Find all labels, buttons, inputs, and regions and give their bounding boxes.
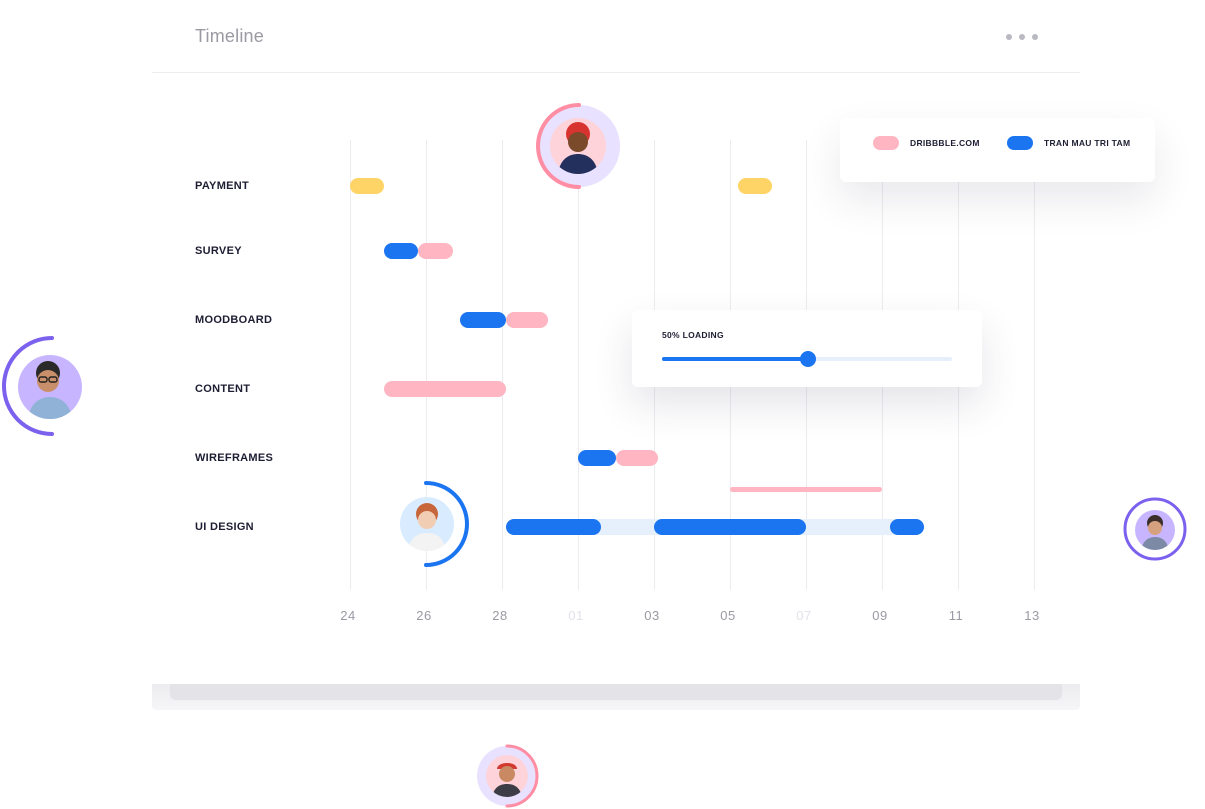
loading-fill: [662, 357, 807, 361]
legend-label-tran: TRAN MAU TRI TAM: [1044, 138, 1131, 148]
x-tick-label: 24: [340, 608, 356, 623]
row-label: SURVEY: [195, 245, 242, 257]
x-tick-label: 28: [492, 608, 508, 623]
legend-panel: [840, 118, 1155, 182]
avatar-woman-red-hair[interactable]: [550, 118, 606, 174]
x-tick-label: 26: [416, 608, 432, 623]
loading-label: 50% LOADING: [662, 330, 724, 340]
avatar-man-right[interactable]: [1135, 510, 1175, 550]
person-icon: [408, 503, 446, 551]
row-label: UI DESIGN: [195, 521, 254, 533]
timeline-bar[interactable]: [889, 519, 924, 535]
row-label: PAYMENT: [195, 180, 250, 192]
row-label: WIREFRAMES: [195, 452, 274, 464]
loading-slider-handle[interactable]: [800, 351, 816, 367]
timeline-bar[interactable]: [505, 519, 601, 535]
person-icon: [558, 122, 598, 174]
more-options-icon[interactable]: [1006, 28, 1050, 46]
legend-swatch-dribbble: [873, 136, 899, 150]
x-tick-label: 03: [644, 608, 660, 623]
x-tick-label: 01: [568, 608, 584, 623]
x-tick-label: 09: [872, 608, 888, 623]
legend-label-dribbble: DRIBBBLE.COM: [910, 138, 980, 148]
x-tick-label: 11: [948, 608, 964, 623]
timeline-bar[interactable]: [578, 450, 616, 466]
row-label: MOODBOARD: [195, 314, 273, 326]
timeline-bar[interactable]: [350, 178, 385, 194]
timeline-bar[interactable]: [737, 178, 772, 194]
person-icon: [492, 763, 522, 797]
gridline: [502, 140, 503, 590]
timeline-bar-thin[interactable]: [730, 487, 882, 492]
card-shadow-layer-inner: [170, 684, 1062, 700]
avatar-woman-ginger[interactable]: [400, 497, 454, 551]
legend-swatch-tran: [1007, 136, 1033, 150]
avatar-man-cap[interactable]: [486, 755, 528, 797]
header-divider: [152, 72, 1080, 73]
timeline-bar[interactable]: [505, 312, 548, 328]
x-tick-label: 13: [1024, 608, 1040, 623]
loading-panel: [632, 310, 982, 387]
x-tick-label: 05: [720, 608, 736, 623]
person-icon: [1141, 515, 1169, 550]
x-tick-label: 07: [796, 608, 812, 623]
timeline-bar[interactable]: [460, 312, 506, 328]
timeline-bar[interactable]: [616, 450, 658, 466]
page-title: Timeline: [195, 26, 264, 46]
row-label: CONTENT: [195, 383, 251, 395]
person-icon: [28, 361, 72, 419]
timeline-bar[interactable]: [384, 381, 506, 397]
gridline: [1034, 140, 1035, 590]
timeline-bar[interactable]: [384, 243, 419, 259]
avatar-man-glasses[interactable]: [18, 355, 82, 419]
gridline: [350, 140, 351, 590]
timeline-bar[interactable]: [418, 243, 453, 259]
timeline-bar[interactable]: [654, 519, 806, 535]
